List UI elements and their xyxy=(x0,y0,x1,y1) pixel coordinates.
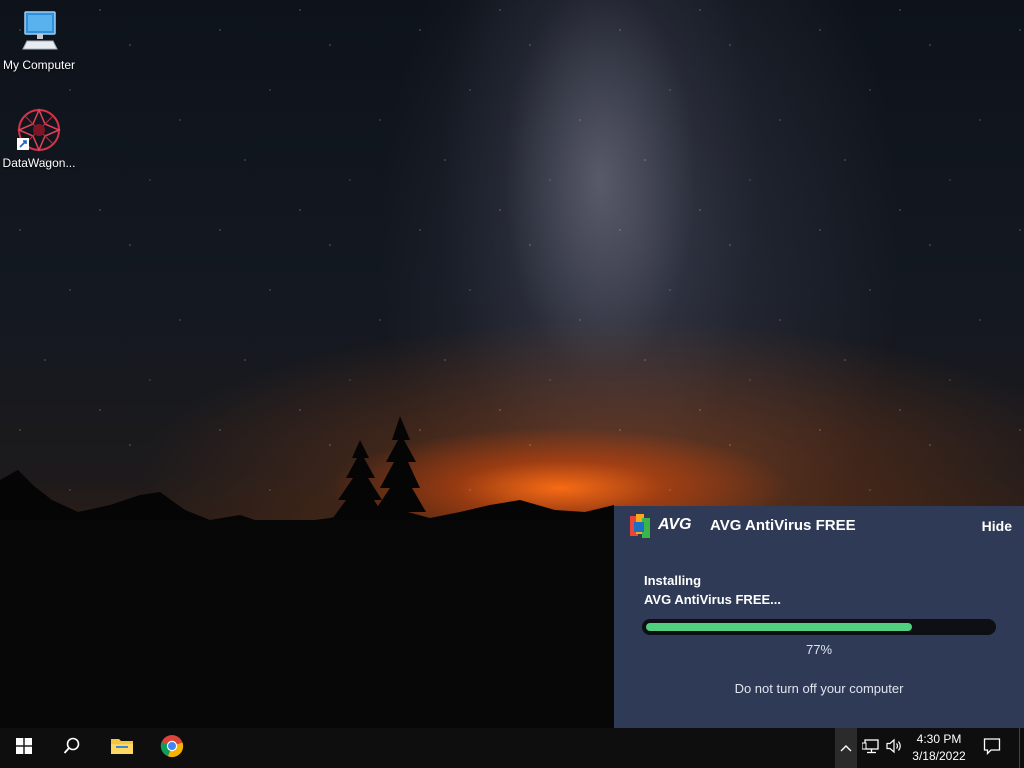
tray-overflow-button[interactable] xyxy=(835,728,857,768)
action-center-button[interactable] xyxy=(978,728,1006,768)
tray-volume[interactable] xyxy=(884,728,906,768)
chevron-up-icon xyxy=(840,739,852,757)
folder-icon xyxy=(110,736,134,761)
avg-logo: AVG xyxy=(630,514,694,538)
avg-popup-title: AVG AntiVirus FREE xyxy=(710,517,856,534)
avg-popup-header: AVG AVG AntiVirus FREE Hide xyxy=(614,506,1024,546)
desktop-icon-datawagon[interactable]: DataWagon... xyxy=(0,106,78,170)
tray-network[interactable] xyxy=(860,728,882,768)
taskbar-file-explorer[interactable] xyxy=(98,728,146,768)
start-button[interactable] xyxy=(0,728,48,768)
install-progress-bar xyxy=(642,619,996,635)
install-warning-note: Do not turn off your computer xyxy=(734,681,904,696)
clock-time: 4:30 PM xyxy=(916,732,962,746)
notification-icon xyxy=(983,737,1001,760)
search-icon xyxy=(63,737,81,760)
network-icon xyxy=(861,738,880,759)
install-product-label: AVG AntiVirus FREE... xyxy=(644,592,782,607)
avg-install-popup: AVG AVG AntiVirus FREE Hide Installing A… xyxy=(614,506,1024,728)
desktop-icon-label: DataWagon... xyxy=(2,156,76,170)
search-button[interactable] xyxy=(48,728,96,768)
clock-date: 3/18/2022 xyxy=(912,749,966,763)
install-status-label: Installing xyxy=(644,573,702,588)
install-progress-percent: 77% xyxy=(805,642,833,657)
volume-icon xyxy=(886,738,904,759)
chrome-icon xyxy=(160,734,184,763)
tray-clock[interactable]: 4:30 PM 3/18/2022 xyxy=(908,731,970,765)
desktop-icon-label: My Computer xyxy=(2,58,76,72)
avg-logo-text: AVG xyxy=(658,516,692,533)
show-desktop-button[interactable] xyxy=(1019,728,1024,768)
desktop-icon-my-computer[interactable]: My Computer xyxy=(0,8,78,72)
hide-button[interactable]: Hide xyxy=(982,518,1012,534)
taskbar: 4:30 PM 3/18/2022 xyxy=(0,728,1024,768)
datawagon-shortcut-icon xyxy=(15,106,63,154)
taskbar-chrome[interactable] xyxy=(148,728,196,768)
computer-icon xyxy=(15,8,63,56)
install-progress-fill xyxy=(646,623,912,631)
windows-start-icon xyxy=(16,737,32,759)
